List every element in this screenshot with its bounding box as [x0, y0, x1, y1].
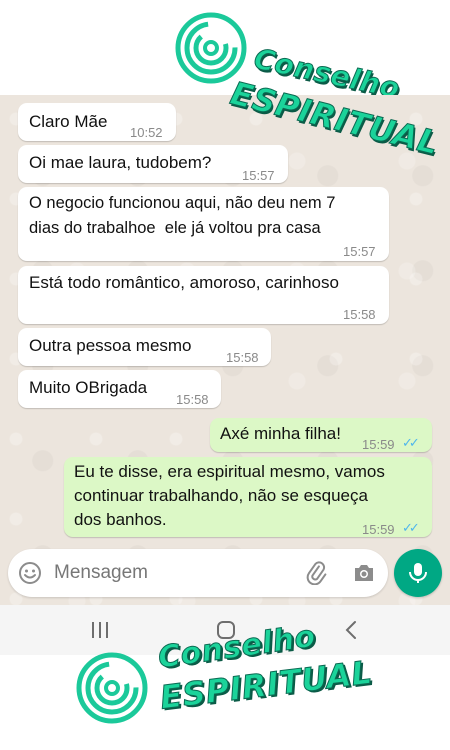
message-bubble-incoming[interactable]: Claro Mãe 10:52: [18, 103, 176, 141]
message-time: 15:58: [176, 392, 209, 407]
message-text: Muito OBrigada: [29, 378, 148, 397]
message-text: Está todo romântico, amoroso, carinhoso: [29, 273, 339, 292]
message-text: Claro Mãe: [29, 112, 108, 131]
message-time: 15:59: [362, 522, 395, 537]
camera-icon[interactable]: [352, 561, 376, 585]
back-icon[interactable]: [344, 620, 358, 640]
message-text: Axé minha filha!: [220, 424, 341, 443]
message-bubble-incoming[interactable]: Outra pessoa mesmo 15:58: [18, 328, 271, 366]
read-receipt-icon: ✓✓: [402, 435, 420, 450]
message-bubble-outgoing[interactable]: Axé minha filha! 15:59 ✓✓: [210, 418, 432, 452]
message-input[interactable]: Mensagem: [54, 562, 148, 584]
mic-button[interactable]: [394, 549, 442, 597]
read-receipt-icon: ✓✓: [402, 520, 420, 535]
message-time: 15:57: [343, 244, 376, 259]
spiral-logo-icon: [76, 652, 148, 724]
emoji-icon[interactable]: [18, 561, 42, 585]
recent-apps-icon[interactable]: [90, 621, 110, 639]
message-composer[interactable]: Mensagem: [8, 549, 388, 597]
top-watermark: Conselho ESPIRITUAL: [0, 0, 450, 163]
message-bubble-incoming[interactable]: Oi mae laura, tudobem? 15:57: [18, 145, 288, 183]
message-text: Outra pessoa mesmo: [29, 336, 192, 355]
message-bubble-outgoing[interactable]: Eu te disse, era espiritual mesmo, vamos…: [64, 457, 432, 537]
paperclip-icon[interactable]: [304, 561, 328, 585]
message-time: 15:58: [343, 307, 376, 322]
message-time: 15:57: [242, 168, 275, 183]
message-text: O negocio funcionou aqui, não deu nem 7 …: [29, 194, 336, 237]
message-time: 10:52: [130, 125, 163, 140]
message-bubble-incoming[interactable]: Muito OBrigada 15:58: [18, 370, 221, 408]
message-bubble-incoming[interactable]: O negocio funcionou aqui, não deu nem 7 …: [18, 187, 389, 261]
mic-icon: [409, 563, 427, 583]
message-bubble-incoming[interactable]: Está todo romântico, amoroso, carinhoso …: [18, 266, 389, 324]
message-text: Oi mae laura, tudobem?: [29, 153, 212, 172]
chat-area[interactable]: Claro Mãe 10:52 Oi mae laura, tudobem? 1…: [0, 95, 450, 605]
message-text: Eu te disse, era espiritual mesmo, vamos…: [74, 462, 385, 529]
message-time: 15:58: [226, 350, 259, 365]
message-time: 15:59: [362, 437, 395, 452]
bottom-watermark: Conselho ESPIRITUAL: [0, 618, 450, 750]
